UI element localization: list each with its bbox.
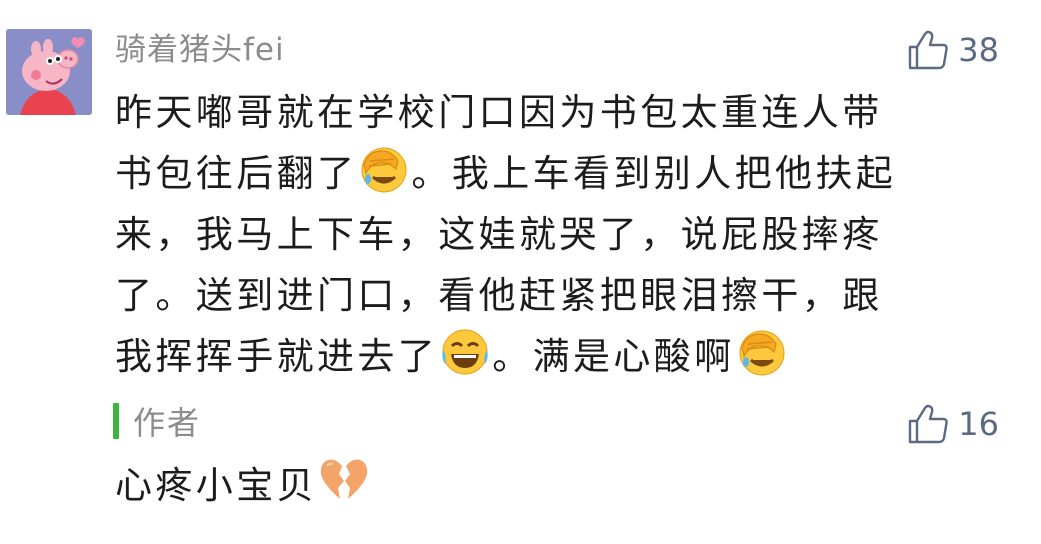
reply-text-segment: 心疼小宝贝 (115, 464, 317, 507)
face-with-hand-over-eyes-icon (736, 326, 788, 378)
comment-line: 昨天嘟哥就在学校门口因为书包太重连人带 (115, 82, 995, 143)
comment-line: 来，我马上下车，这娃就哭了，说屁股摔疼 (115, 204, 995, 265)
comment-text-segment: 来，我马上下车，这娃就哭了，说屁股摔疼 (115, 213, 883, 256)
author-label: 作者 (133, 404, 202, 442)
comment-text-segment: 。满是心酸啊 (492, 335, 735, 378)
broken-heart-icon (318, 454, 370, 506)
comment-line: 了。送到进门口，看他赶紧把眼泪擦干，跟 (115, 265, 995, 326)
avatar[interactable] (6, 29, 92, 115)
author-reply-tag: 作者 (113, 402, 201, 442)
comment-line: 书包往后翻了 。我上车看到别人把他扶起 (115, 143, 995, 204)
thumbs-up-icon (909, 404, 949, 444)
face-with-hand-over-eyes-icon (358, 143, 410, 195)
comment-text: 昨天嘟哥就在学校门口因为书包太重连人带 书包往后翻了 。我上车看到别人把他扶起 … (115, 82, 995, 387)
face-with-tears-of-joy-icon (439, 326, 491, 378)
reply-text: 心疼小宝贝 (115, 454, 371, 514)
comment-text-segment: 。我上车看到别人把他扶起 (411, 152, 897, 195)
comment-text-segment: 我挥挥手就进去了 (115, 335, 439, 378)
comment-text-segment: 了。送到进门口，看他赶紧把眼泪擦干，跟 (115, 274, 883, 317)
peppa-pig-avatar-icon (6, 29, 92, 115)
comment-text-segment: 书包往后翻了 (115, 152, 358, 195)
reply-like-button[interactable]: 16 (906, 402, 999, 446)
comment-like-button[interactable]: 38 (906, 28, 999, 72)
author-reply-bar (113, 403, 119, 439)
username[interactable]: 骑着猪头fei (115, 30, 285, 70)
comment-text-segment: 昨天嘟哥就在学校门口因为书包太重连人带 (115, 91, 883, 134)
reply-like-count: 16 (958, 405, 999, 443)
thumbs-up-icon (909, 30, 949, 70)
comment-like-count: 38 (958, 31, 999, 69)
comment-line: 我挥挥手就进去了 。满是心酸啊 (115, 326, 995, 387)
